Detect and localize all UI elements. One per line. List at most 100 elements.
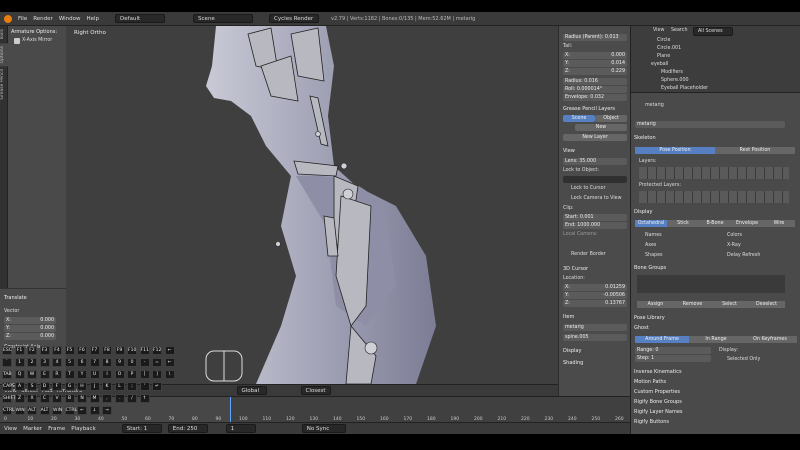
cursor-z-field[interactable]: Z: 0.13767 xyxy=(563,300,627,307)
lock-camera-label[interactable]: Lock Camera to View xyxy=(571,196,622,201)
vector-y-field[interactable]: Y: 0.000 xyxy=(4,325,56,332)
x-axis-mirror-checkbox[interactable] xyxy=(14,38,20,44)
timeline-marker-menu[interactable]: Marker xyxy=(23,426,42,432)
bg-remove-button[interactable]: Remove xyxy=(674,301,711,308)
item-section[interactable]: Item xyxy=(563,314,574,320)
playhead[interactable] xyxy=(230,397,231,423)
layout-dropdown[interactable]: Default xyxy=(115,14,166,23)
shading-section[interactable]: Shading xyxy=(563,360,583,366)
bone-groups-panel[interactable]: Bone Groups xyxy=(634,265,666,271)
tail-y-field[interactable]: Y: 0.014 xyxy=(563,60,627,67)
ghost-in-range[interactable]: In Range xyxy=(689,336,743,343)
display-bbone[interactable]: B-Bone xyxy=(699,220,731,227)
outliner-item-eyeball-placeholder[interactable]: Eyeball Placeholder xyxy=(661,86,708,91)
grease-pencil-section[interactable]: Grease Pencil Layers xyxy=(563,106,615,112)
snap-target-dropdown[interactable]: Closest xyxy=(300,386,331,395)
colors-checkbox[interactable]: Colors xyxy=(727,233,742,238)
inverse-kinematics-panel[interactable]: Inverse Kinematics xyxy=(634,369,682,375)
shapes-checkbox[interactable]: Shapes xyxy=(645,253,663,258)
tail-x-field[interactable]: X: 0.000 xyxy=(563,52,627,59)
protected-layer-grid[interactable] xyxy=(639,191,789,203)
start-frame-field[interactable]: Start: 1 xyxy=(121,424,162,433)
render-engine-dropdown[interactable]: Cycles Render xyxy=(269,14,320,23)
armature-data-field[interactable]: metarig xyxy=(635,121,785,128)
3d-cursor-section[interactable]: 3D Cursor xyxy=(563,266,588,272)
radius-field[interactable]: Radius: 0.016 xyxy=(563,78,627,85)
outliner-display-dropdown[interactable]: All Scenes xyxy=(693,27,733,36)
ghost-panel[interactable]: Ghost xyxy=(634,325,649,331)
names-checkbox[interactable]: Names xyxy=(645,233,662,238)
lock-object-field[interactable] xyxy=(563,176,627,183)
tab-tools[interactable]: Tools xyxy=(0,26,8,43)
current-frame-field[interactable]: 1 xyxy=(225,424,256,433)
bone-groups-list[interactable] xyxy=(637,275,785,293)
ghost-step-field[interactable]: Step: 1 xyxy=(635,355,711,362)
outliner-item-circle001[interactable]: Circle.001 xyxy=(657,46,681,51)
clip-end-field[interactable]: End: 1000.000 xyxy=(563,222,627,229)
outliner-item-sphere[interactable]: Sphere.000 xyxy=(661,78,689,83)
cursor-x-field[interactable]: X: 0.01259 xyxy=(563,284,627,291)
menu-help[interactable]: Help xyxy=(87,16,100,22)
selected-only-checkbox[interactable]: Selected Only xyxy=(727,357,760,362)
gp-scene-button[interactable]: Scene xyxy=(563,115,595,122)
display-panel[interactable]: Display xyxy=(634,209,652,215)
rigify-layer-names-panel[interactable]: Rigify Layer Names xyxy=(634,409,683,415)
vector-x-field[interactable]: X: 0.000 xyxy=(4,317,56,324)
tab-grease-pencil[interactable]: Grease Pencil xyxy=(0,66,8,102)
end-frame-field[interactable]: End: 250 xyxy=(167,424,208,433)
blender-logo-icon[interactable] xyxy=(4,14,12,23)
display-stick[interactable]: Stick xyxy=(667,220,699,227)
tail-z-field[interactable]: Z: 0.229 xyxy=(563,68,627,75)
cursor-y-field[interactable]: Y: -0.00506 xyxy=(563,292,627,299)
lens-field[interactable]: Lens: 35.000 xyxy=(563,158,627,165)
rigify-buttons-panel[interactable]: Rigify Buttons xyxy=(634,419,669,425)
operator-title[interactable]: Translate xyxy=(4,295,27,301)
clip-start-field[interactable]: Start: 0.001 xyxy=(563,214,627,221)
motion-paths-panel[interactable]: Motion Paths xyxy=(634,379,666,385)
gp-object-button[interactable]: Object xyxy=(595,115,627,122)
radius-parent-field[interactable]: Radius (Parent): 0.013 xyxy=(563,34,627,41)
transform-orientation-dropdown[interactable]: Global xyxy=(236,386,267,395)
custom-properties-panel[interactable]: Custom Properties xyxy=(634,389,680,395)
display-octahedral[interactable]: Octahedral xyxy=(635,220,667,227)
tab-options[interactable]: Options xyxy=(0,43,8,67)
xray-checkbox[interactable]: X-Ray xyxy=(727,243,741,248)
timeline-view-menu[interactable]: View xyxy=(4,426,17,432)
view-section[interactable]: View xyxy=(563,148,575,154)
display-envelope[interactable]: Envelope xyxy=(731,220,763,227)
menu-render[interactable]: Render xyxy=(33,16,53,22)
vector-z-field[interactable]: Z: 0.000 xyxy=(4,333,56,340)
armature-options-header[interactable]: Armature Options: xyxy=(11,29,57,35)
outliner-item-plane[interactable]: Plane xyxy=(657,54,670,59)
menu-window[interactable]: Window xyxy=(59,16,81,22)
bone-name-field[interactable]: spine.005 xyxy=(563,334,627,341)
layer-grid[interactable] xyxy=(639,167,789,179)
pose-position-button[interactable]: Pose Position xyxy=(635,147,715,154)
envelope-field[interactable]: Envelope: 0.032 xyxy=(563,94,627,101)
display-wire[interactable]: Wire xyxy=(763,220,795,227)
delay-refresh-checkbox[interactable]: Delay Refresh xyxy=(727,253,760,258)
rigify-bone-groups-panel[interactable]: Rigify Bone Groups xyxy=(634,399,682,405)
menu-file[interactable]: File xyxy=(18,16,27,22)
display-section[interactable]: Display xyxy=(563,348,581,354)
outliner-item-modifiers[interactable]: Modifiers xyxy=(661,70,683,75)
skeleton-section[interactable]: Skeleton xyxy=(634,135,656,141)
new-layer-button[interactable]: New Layer xyxy=(563,134,627,141)
item-name-field[interactable]: metarig xyxy=(563,324,627,331)
lock-to-cursor-label[interactable]: Lock to Cursor xyxy=(571,186,606,191)
scene-dropdown[interactable]: Scene xyxy=(193,14,254,23)
outliner-search-menu[interactable]: Search xyxy=(671,28,687,33)
outliner-item-eyeball[interactable]: eyeball xyxy=(651,62,668,67)
pose-library-panel[interactable]: Pose Library xyxy=(634,315,665,321)
3d-viewport[interactable]: Right Ortho xyxy=(66,26,558,384)
outliner-item-circle[interactable]: Circle xyxy=(657,38,670,43)
bg-assign-button[interactable]: Assign xyxy=(637,301,674,308)
rest-position-button[interactable]: Rest Position xyxy=(715,147,795,154)
outliner-view-menu[interactable]: View xyxy=(653,28,664,33)
sync-mode-dropdown[interactable]: No Sync xyxy=(301,424,346,433)
bg-select-button[interactable]: Select xyxy=(711,301,748,308)
roll-field[interactable]: Roll: 0.000014° xyxy=(563,86,627,93)
gp-new-button[interactable]: New xyxy=(575,124,627,131)
bg-deselect-button[interactable]: Deselect xyxy=(748,301,785,308)
ghost-range-field[interactable]: Range: 0 xyxy=(635,347,711,354)
